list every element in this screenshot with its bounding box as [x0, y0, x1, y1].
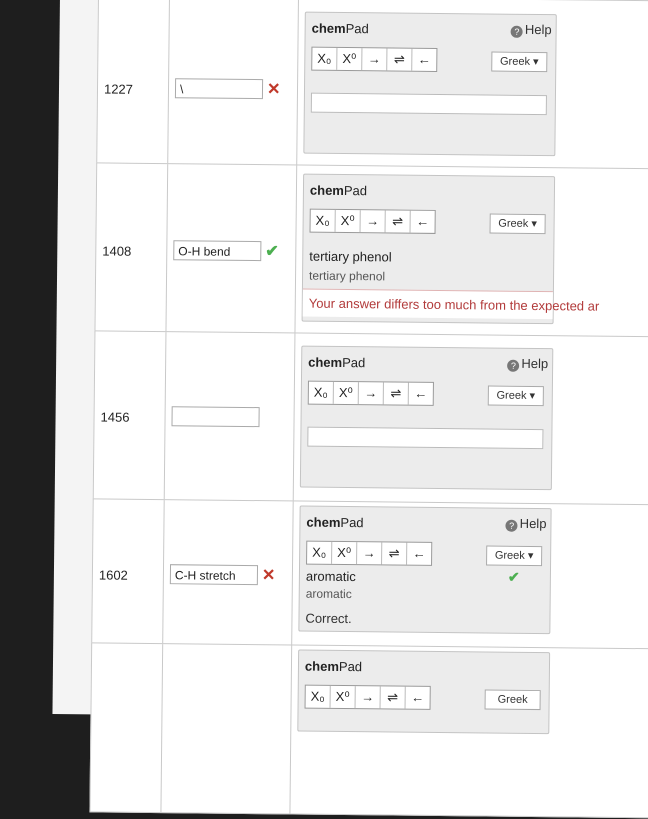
wavenumber-cell: 1456: [93, 331, 167, 501]
arrow-right-button[interactable]: →: [357, 542, 383, 565]
help-icon: ?: [505, 519, 518, 532]
arrow-right-button[interactable]: →: [355, 686, 381, 709]
equilibrium-button[interactable]: ⇌: [385, 210, 411, 233]
chempad-title: chemPad: [309, 182, 368, 199]
arrow-right-button[interactable]: →: [358, 382, 384, 405]
check-icon: ✔: [265, 243, 279, 261]
superscript-button[interactable]: X⁰: [333, 381, 359, 405]
help-button[interactable]: ? Help: [507, 356, 548, 372]
subscript-button[interactable]: X₀: [305, 685, 331, 708]
equilibrium-button[interactable]: ⇌: [387, 48, 413, 71]
chempad: chemPad ? Help X₀ X⁰ → ⇌ ← Greek ▾ aromat…: [298, 505, 552, 635]
chempad-title: chemPad: [304, 658, 363, 675]
answer-cell: O-H bend ✔: [166, 164, 298, 334]
wavenumber: 1227: [103, 81, 134, 97]
arrow-left-button[interactable]: ←: [409, 383, 433, 405]
greek-dropdown[interactable]: Greek ▾: [487, 385, 544, 407]
table-row: 1227 \ ✕ chemPad ? Help X₀ X⁰ → ⇌ ← Greek…: [96, 0, 648, 171]
chempad-input[interactable]: aromatic: [306, 569, 356, 585]
answer-cell: [161, 644, 293, 814]
superscript-button[interactable]: X⁰: [337, 47, 363, 71]
feedback-message: Your answer differs too much from the ex…: [302, 288, 599, 320]
answer-input[interactable]: \: [174, 78, 264, 100]
subscript-button[interactable]: X₀: [307, 541, 333, 564]
chempad-title: chemPad: [308, 354, 366, 371]
table-row: chemPad X₀ X⁰ → ⇌ ← Greek: [89, 642, 648, 819]
chempad-preview: tertiary phenol: [308, 268, 386, 284]
cross-icon: ✕: [266, 81, 281, 99]
wavenumber-cell: [90, 643, 164, 813]
equilibrium-button[interactable]: ⇌: [383, 382, 409, 405]
greek-dropdown[interactable]: Greek ▾: [489, 213, 546, 235]
answer-input[interactable]: O-H bend: [173, 240, 262, 262]
chempad-input[interactable]: tertiary phenol: [309, 249, 392, 265]
equilibrium-button[interactable]: ⇌: [380, 686, 406, 709]
answer-cell: \ ✕: [168, 0, 299, 166]
greek-dropdown[interactable]: Greek ▾: [486, 545, 543, 567]
arrow-right-button[interactable]: →: [362, 48, 388, 71]
wavenumber: 1408: [102, 243, 132, 259]
wavenumber-cell: 1227: [97, 0, 170, 165]
check-icon: ✔: [507, 568, 520, 585]
chempad-input[interactable]: [307, 426, 544, 450]
table-row: 1408 O-H bend ✔ chemPad X₀ X⁰ → ⇌ ← Gree…: [94, 162, 648, 339]
chempad: chemPad X₀ X⁰ → ⇌ ← Greek ▾ tertiary phe…: [301, 173, 599, 325]
chempad-toolbar: X₀ X⁰ → ⇌ ←: [304, 684, 431, 710]
wavenumber: 1456: [100, 409, 130, 425]
chempad-input[interactable]: [310, 92, 547, 116]
arrow-left-button[interactable]: ←: [411, 211, 435, 233]
subscript-button[interactable]: X₀: [308, 381, 334, 404]
help-icon: ?: [510, 25, 523, 38]
arrow-left-button[interactable]: ←: [406, 687, 430, 709]
arrow-left-button[interactable]: ←: [407, 543, 431, 565]
help-button[interactable]: ? Help: [505, 516, 547, 532]
superscript-button[interactable]: X⁰: [332, 541, 358, 565]
chempad-toolbar: X₀ X⁰ → ⇌ ←: [307, 380, 434, 406]
help-button[interactable]: ? Help: [510, 22, 552, 38]
superscript-button[interactable]: X⁰: [330, 685, 356, 709]
arrow-right-button[interactable]: →: [360, 210, 386, 233]
chempad-toolbar: X₀ X⁰ → ⇌ ←: [311, 46, 438, 72]
chempad: chemPad ? Help X₀ X⁰ → ⇌ ← Greek ▾: [299, 345, 554, 491]
superscript-button[interactable]: X⁰: [335, 209, 361, 233]
answer-input[interactable]: C-H stretch: [169, 564, 259, 586]
arrow-left-button[interactable]: ←: [412, 49, 436, 71]
chempad-title: chemPad: [306, 514, 364, 531]
help-icon: ?: [507, 359, 520, 372]
worksheet: 1227 \ ✕ chemPad ? Help X₀ X⁰ → ⇌ ← Greek…: [52, 0, 648, 819]
table-row: 1456 chemPad ? Help X₀ X⁰ → ⇌ ← Greek ▾: [92, 330, 648, 507]
cross-icon: ✕: [261, 567, 276, 585]
chempad-title: chemPad: [311, 20, 369, 37]
answer-input[interactable]: [171, 406, 260, 428]
chempad-toolbar: X₀ X⁰ → ⇌ ←: [309, 208, 436, 234]
chempad: chemPad ? Help X₀ X⁰ → ⇌ ← Greek ▾: [303, 11, 557, 157]
chempad-preview: aromatic: [305, 586, 352, 602]
greek-dropdown[interactable]: Greek ▾: [491, 51, 548, 73]
chempad: chemPad X₀ X⁰ → ⇌ ← Greek: [297, 649, 551, 735]
wavenumber-cell: 1408: [95, 163, 169, 333]
subscript-button[interactable]: X₀: [310, 209, 336, 232]
chempad-toolbar: X₀ X⁰ → ⇌ ←: [306, 540, 433, 566]
feedback-message: Correct.: [305, 610, 352, 627]
answer-cell: [164, 332, 296, 502]
subscript-button[interactable]: X₀: [312, 47, 338, 70]
equilibrium-button[interactable]: ⇌: [382, 542, 408, 565]
wavenumber: 1602: [98, 567, 128, 583]
